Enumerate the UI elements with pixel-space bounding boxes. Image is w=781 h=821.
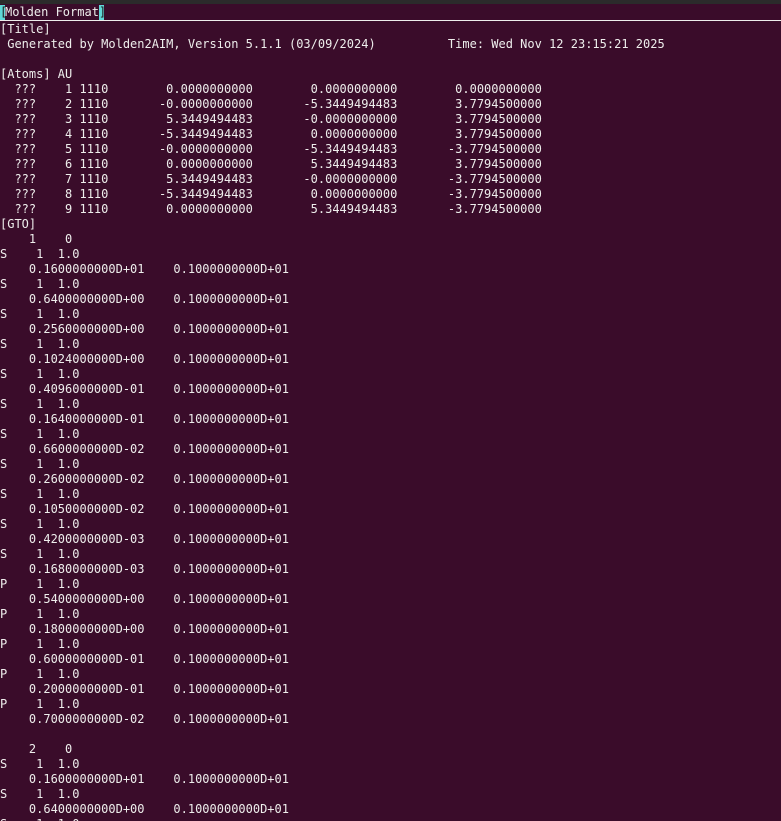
- terminal-window[interactable]: [Molden Format] [Title] Generated by Mol…: [0, 0, 781, 821]
- text-line: S 1 1.0: [0, 817, 781, 821]
- text-line: 0.1600000000D+01 0.1000000000D+01: [0, 772, 289, 786]
- text-line: 0.1640000000D-01 0.1000000000D+01: [0, 412, 289, 426]
- text-line: 2 0: [0, 742, 73, 756]
- text-line: S 1 1.0: [0, 337, 80, 351]
- text-line: 0.2560000000D+00 0.1000000000D+01: [0, 322, 289, 336]
- file-header-line: [Molden Format]: [0, 5, 107, 20]
- text-line: [Title]: [0, 22, 51, 36]
- text-line: S 1 1.0: [0, 457, 80, 471]
- text-line: P 1 1.0: [0, 697, 80, 711]
- text-line: S 1 1.0: [0, 307, 80, 321]
- header-separator: [0, 20, 781, 21]
- text-line: ??? 6 1110 0.0000000000 5.3449494483 3.7…: [0, 157, 542, 171]
- text-line: 1 0: [0, 232, 73, 246]
- text-line: S 1 1.0: [0, 427, 80, 441]
- text-line: P 1 1.0: [0, 637, 80, 651]
- text-line: [GTO]: [0, 217, 37, 231]
- text-line: P 1 1.0: [0, 607, 80, 621]
- text-line: 0.5400000000D+00 0.1000000000D+01: [0, 592, 289, 606]
- text-line: 0.6600000000D-02 0.1000000000D+01: [0, 442, 289, 456]
- text-line: 0.1800000000D+00 0.1000000000D+01: [0, 622, 289, 636]
- text-line: ??? 2 1110 -0.0000000000 -5.3449494483 3…: [0, 97, 542, 111]
- text-line: 0.4200000000D-03 0.1000000000D+01: [0, 532, 289, 546]
- text-line: 0.1050000000D-02 0.1000000000D+01: [0, 502, 289, 516]
- text-line: [Atoms] AU: [0, 67, 73, 81]
- text-line: 0.6400000000D+00 0.1000000000D+01: [0, 292, 289, 306]
- file-content[interactable]: [Title] Generated by Molden2AIM, Version…: [0, 22, 781, 821]
- text-line: [0, 727, 781, 742]
- text-line: ??? 8 1110 -5.3449494483 0.0000000000 -3…: [0, 187, 542, 201]
- text-line: S 1 1.0: [0, 277, 80, 291]
- text-line: S 1 1.0: [0, 787, 80, 801]
- text-line: S 1 1.0: [0, 247, 80, 261]
- text-line: ??? 9 1110 0.0000000000 5.3449494483 -3.…: [0, 202, 542, 216]
- text-line: [0, 52, 781, 67]
- file-header-title: Molden Format: [5, 5, 99, 19]
- text-line: S 1 1.0: [0, 397, 80, 411]
- text-line: P 1 1.0: [0, 667, 80, 681]
- text-line: S 1 1.0: [0, 367, 80, 381]
- text-line: 0.2000000000D-01 0.1000000000D+01: [0, 682, 289, 696]
- cursor-bracket-close: ]: [98, 5, 107, 20]
- text-line: Generated by Molden2AIM, Version 5.1.1 (…: [0, 37, 665, 51]
- text-line: 0.6000000000D-01 0.1000000000D+01: [0, 652, 289, 666]
- text-line: S 1 1.0: [0, 757, 80, 771]
- text-line: 0.6400000000D+00 0.1000000000D+01: [0, 802, 289, 816]
- text-line: 0.1600000000D+01 0.1000000000D+01: [0, 262, 289, 276]
- text-line: S 1 1.0: [0, 547, 80, 561]
- text-line: S 1 1.0: [0, 517, 80, 531]
- text-line: ??? 3 1110 5.3449494483 -0.0000000000 3.…: [0, 112, 542, 126]
- text-line: 0.7000000000D-02 0.1000000000D+01: [0, 712, 289, 726]
- text-line: S 1 1.0: [0, 487, 80, 501]
- text-line: ??? 7 1110 5.3449494483 -0.0000000000 -3…: [0, 172, 542, 186]
- text-line: 0.2600000000D-02 0.1000000000D+01: [0, 472, 289, 486]
- text-line: P 1 1.0: [0, 577, 80, 591]
- text-line: ??? 5 1110 -0.0000000000 -5.3449494483 -…: [0, 142, 542, 156]
- text-line: 0.1680000000D-03 0.1000000000D+01: [0, 562, 289, 576]
- title-strip: [0, 0, 781, 4]
- text-line: 0.4096000000D-01 0.1000000000D+01: [0, 382, 289, 396]
- text-line: 0.1024000000D+00 0.1000000000D+01: [0, 352, 289, 366]
- text-line: ??? 4 1110 -5.3449494483 0.0000000000 3.…: [0, 127, 542, 141]
- text-line: ??? 1 1110 0.0000000000 0.0000000000 0.0…: [0, 82, 542, 96]
